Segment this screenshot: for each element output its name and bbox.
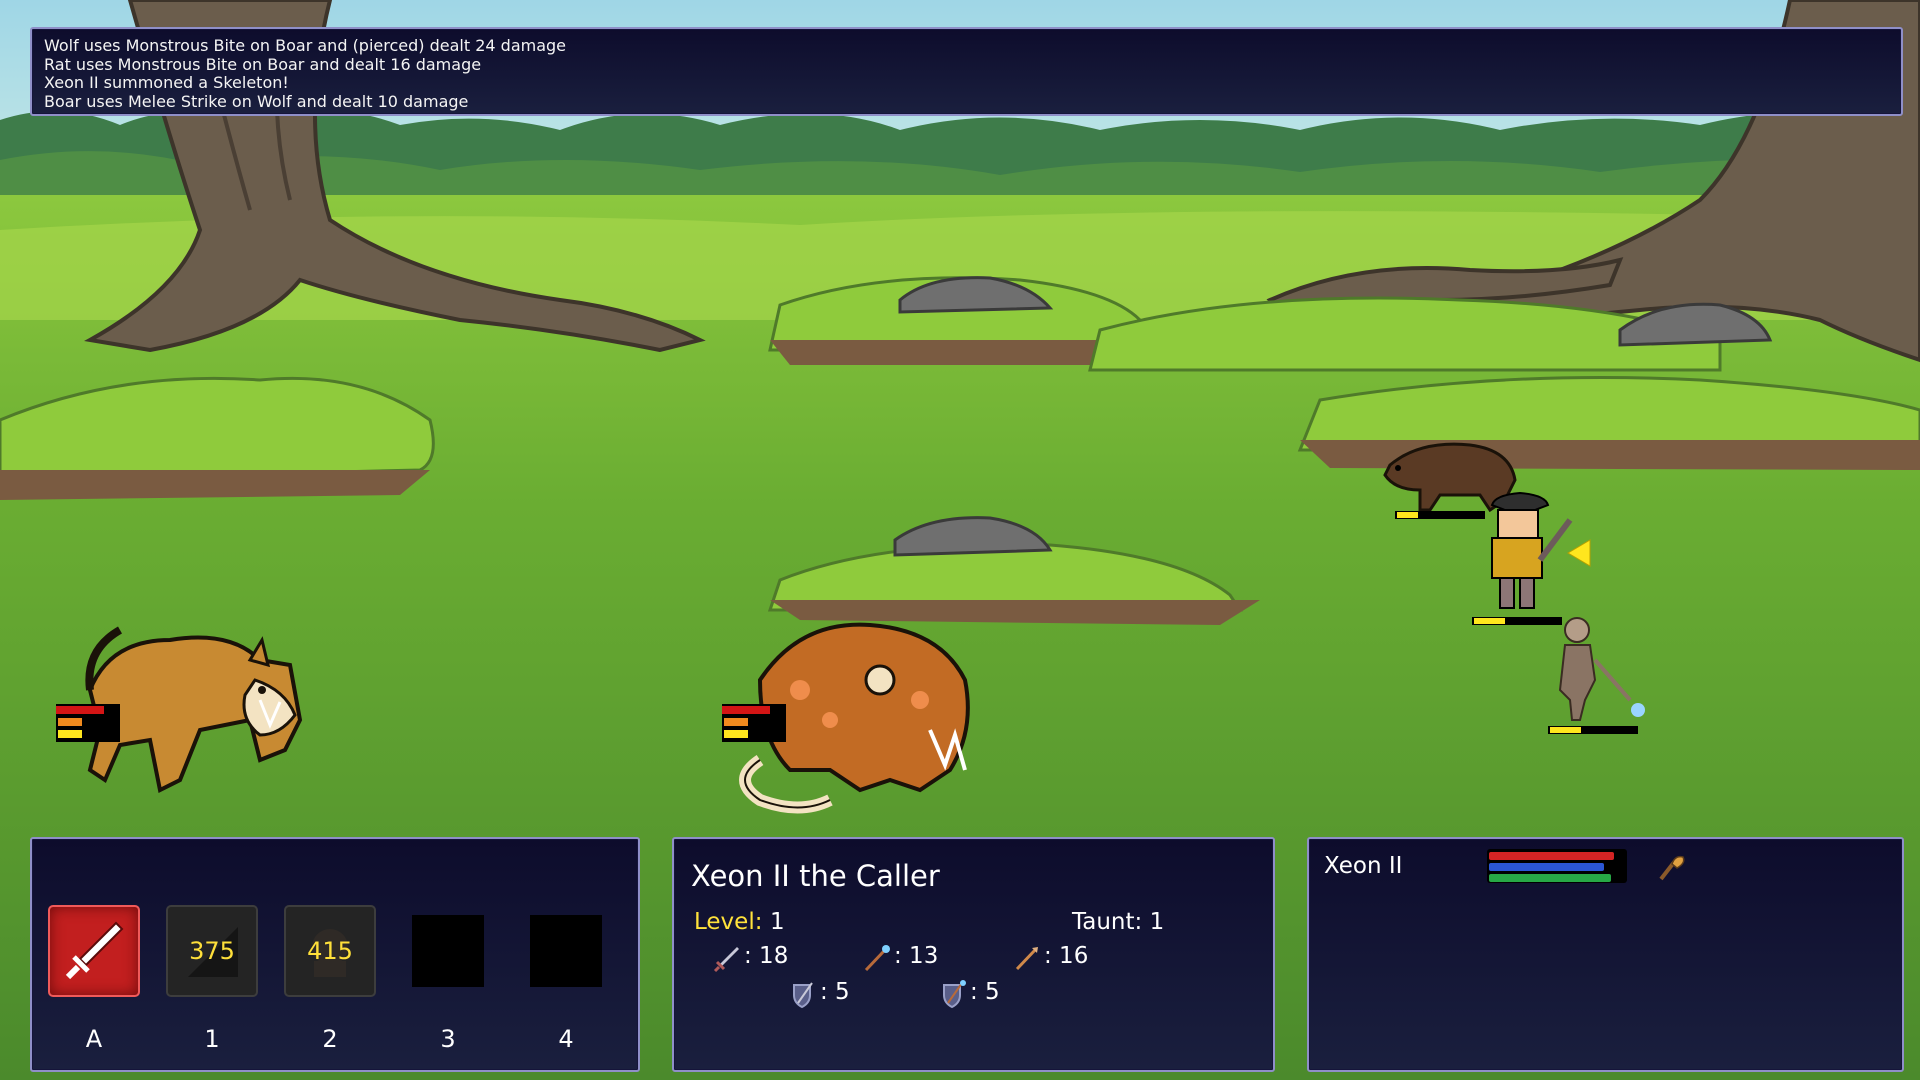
- rat-health-bar: [722, 704, 786, 742]
- boar-health-bar: [1395, 511, 1485, 519]
- combat-log-line: Boar uses Melee Strike on Wolf and dealt…: [44, 91, 469, 111]
- mana-bar: [1489, 863, 1604, 871]
- skill-hotkey-label: A: [85, 1025, 103, 1053]
- level-value: 1: [770, 909, 785, 935]
- skeleton-health-bar: [1548, 726, 1638, 734]
- magic-wand-icon: [864, 945, 890, 972]
- skill-hotkey-label: 1: [204, 1025, 220, 1053]
- skill-slot-2[interactable]: 415 2: [284, 905, 376, 1053]
- xeon-ii-health-bar: [1472, 617, 1562, 625]
- physical-defense-value: : 5: [820, 979, 850, 1005]
- skill-cooldown-timer: 375: [189, 937, 235, 965]
- empty-skill-slot: [412, 915, 484, 987]
- combat-log-line: Rat uses Monstrous Bite on Boar and deal…: [44, 54, 482, 74]
- combat-log-line: Wolf uses Monstrous Bite on Boar and (pi…: [44, 36, 567, 55]
- skill-slot-1[interactable]: 375 1: [166, 905, 258, 1053]
- skill-slot-a[interactable]: A: [48, 905, 140, 1053]
- character-title: Xeon II the Caller: [691, 859, 940, 893]
- wolf-health-bar: [56, 704, 120, 742]
- club-icon: [1659, 855, 1685, 881]
- empty-skill-slot: [530, 915, 602, 987]
- party-status-panel: Xeon II: [1307, 837, 1904, 1072]
- skill-hotkey-label: 2: [322, 1025, 338, 1053]
- combat-log-panel: Wolf uses Monstrous Bite on Boar and (pi…: [30, 27, 1903, 116]
- sword-icon: [65, 921, 124, 980]
- skill-slot-3[interactable]: 3: [402, 905, 494, 1053]
- skill-slot-4[interactable]: 4: [520, 905, 612, 1053]
- skill-hotkey-label: 4: [558, 1025, 574, 1053]
- taunt-value: Taunt: 1: [1072, 909, 1165, 935]
- skill-bar-panel: A 375 1 415 2 3 4: [30, 837, 640, 1072]
- ranged-attack-value: : 16: [1044, 943, 1089, 969]
- magic-attack-value: : 13: [894, 943, 939, 969]
- health-bar: [1489, 852, 1614, 860]
- melee-attack-value: : 18: [744, 943, 789, 969]
- character-stats-panel: Xeon II the Caller Level: 1 Taunt: 1 : 1…: [672, 837, 1275, 1072]
- stamina-bar: [1489, 874, 1611, 882]
- level-label: Level:: [694, 909, 763, 935]
- combat-log-line: Xeon II summoned a Skeleton!: [44, 73, 289, 92]
- skill-hotkey-label: 3: [440, 1025, 456, 1053]
- skill-cooldown-timer: 415: [307, 937, 353, 965]
- melee-sword-icon: [713, 947, 739, 973]
- party-member-name: Xeon II: [1324, 853, 1403, 879]
- magic-defense-value: : 5: [970, 979, 1000, 1005]
- magic-defense-shield-icon: [943, 980, 966, 1009]
- ranged-arrow-icon: [1015, 947, 1038, 971]
- physical-defense-shield-icon: [793, 982, 813, 1009]
